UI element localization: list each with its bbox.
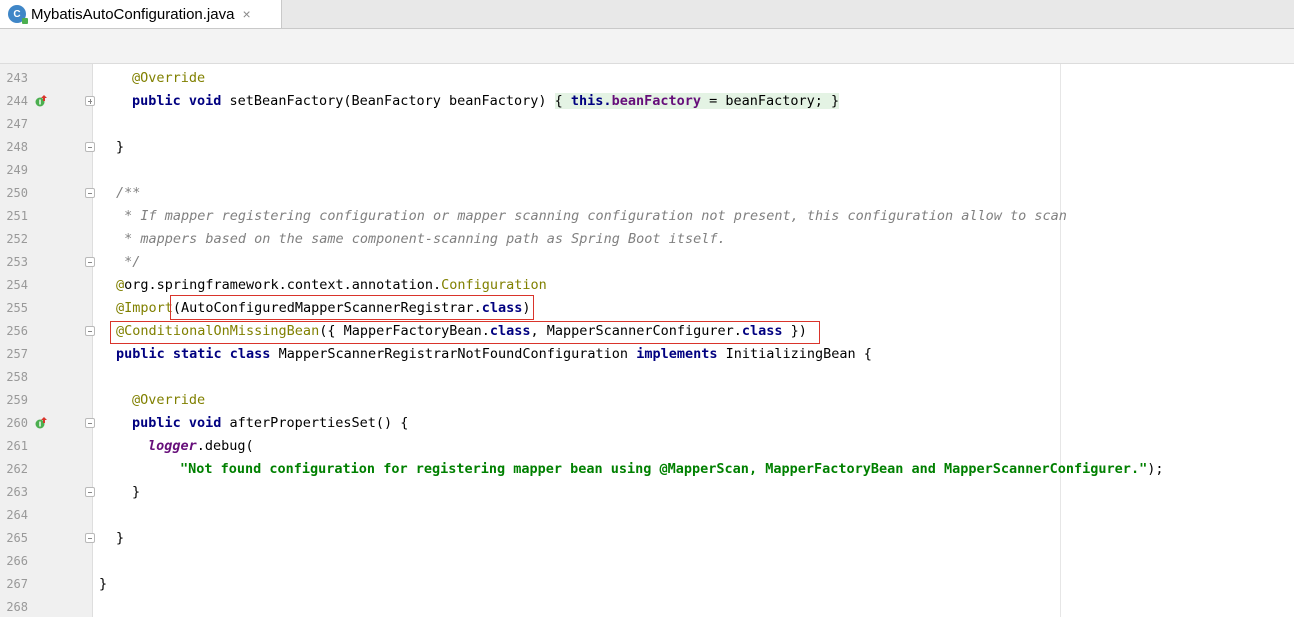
code-text: * mappers based on the same component-sc…	[116, 231, 726, 247]
code-line: 268	[0, 596, 1294, 619]
line-number: 262	[6, 462, 28, 476]
code-line: 249	[0, 159, 1294, 182]
line-number: 243	[6, 71, 28, 85]
fold-collapse-icon[interactable]	[85, 487, 95, 497]
line-number: 249	[6, 163, 28, 177]
code-text: @Override	[132, 70, 206, 86]
code-text: /**	[116, 185, 141, 201]
code-line: 243 @Override	[0, 67, 1294, 90]
navigation-bar	[0, 29, 1294, 64]
line-number: 253	[6, 255, 28, 269]
line-number: 257	[6, 347, 28, 361]
code-editor[interactable]: 243 @Override 244 public void setBeanFac…	[0, 64, 1294, 617]
code-line: 257 public static class MapperScannerReg…	[0, 343, 1294, 366]
fold-collapse-icon[interactable]	[85, 326, 95, 336]
line-number: 256	[6, 324, 28, 338]
code-text: public static class MapperScannerRegistr…	[116, 346, 872, 362]
code-text: public void afterPropertiesSet() {	[132, 415, 409, 431]
code-text: }	[132, 484, 141, 500]
fold-collapse-icon[interactable]	[85, 533, 95, 543]
java-class-icon: C	[8, 5, 28, 24]
line-number: 266	[6, 554, 28, 568]
line-number: 255	[6, 301, 28, 315]
fold-collapse-icon[interactable]	[85, 142, 95, 152]
code-text: }	[116, 530, 125, 546]
code-text: }	[116, 139, 125, 155]
line-number: 259	[6, 393, 28, 407]
code-line: 252 * mappers based on the same componen…	[0, 228, 1294, 251]
implements-method-icon[interactable]	[35, 95, 47, 107]
tab-mybatis-auto-configuration[interactable]: C MybatisAutoConfiguration.java ×	[0, 0, 282, 28]
code-text: * If mapper registering configuration or…	[116, 208, 1067, 224]
code-text: public void setBeanFactory(BeanFactory b…	[132, 93, 840, 109]
code-text: */	[116, 254, 141, 270]
line-number: 248	[6, 140, 28, 154]
code-line: 265 }	[0, 527, 1294, 550]
line-number: 268	[6, 600, 28, 614]
line-number: 264	[6, 508, 28, 522]
line-number: 252	[6, 232, 28, 246]
line-number: 258	[6, 370, 28, 384]
line-number: 267	[6, 577, 28, 591]
highlight-box-import-class	[170, 295, 534, 320]
code-line: 248 }	[0, 136, 1294, 159]
fold-collapse-icon[interactable]	[85, 257, 95, 267]
code-line: 253 */	[0, 251, 1294, 274]
code-text: @org.springframework.context.annotation.…	[116, 277, 547, 293]
fold-collapse-icon[interactable]	[85, 188, 95, 198]
code-line: 264	[0, 504, 1294, 527]
code-text: }	[99, 576, 108, 592]
code-line: 261 logger.debug(	[0, 435, 1294, 458]
code-line: 250 /**	[0, 182, 1294, 205]
code-line: 260 public void afterPropertiesSet() {	[0, 412, 1294, 435]
code-line: 259 @Override	[0, 389, 1294, 412]
code-line: 247	[0, 113, 1294, 136]
fold-collapse-icon[interactable]	[85, 418, 95, 428]
line-number: 263	[6, 485, 28, 499]
implements-method-icon[interactable]	[35, 417, 47, 429]
editor-tab-bar: C MybatisAutoConfiguration.java ×	[0, 0, 1294, 29]
line-number: 254	[6, 278, 28, 292]
code-text: "Not found configuration for registering…	[180, 461, 1164, 477]
code-line: 258	[0, 366, 1294, 389]
code-line: 251 * If mapper registering configuratio…	[0, 205, 1294, 228]
line-number: 250	[6, 186, 28, 200]
close-icon[interactable]: ×	[242, 6, 250, 22]
line-number: 247	[6, 117, 28, 131]
fold-expand-icon[interactable]	[85, 96, 95, 106]
code-text: logger.debug(	[148, 438, 254, 454]
code-text: @Override	[132, 392, 206, 408]
line-number: 244	[6, 94, 28, 108]
code-line: 262 "Not found configuration for registe…	[0, 458, 1294, 481]
code-line: 266	[0, 550, 1294, 573]
code-line: 254 @org.springframework.context.annotat…	[0, 274, 1294, 297]
code-line: 267 }	[0, 573, 1294, 596]
line-number: 260	[6, 416, 28, 430]
line-number: 265	[6, 531, 28, 545]
line-number: 261	[6, 439, 28, 453]
line-number: 251	[6, 209, 28, 223]
code-line: 263 }	[0, 481, 1294, 504]
highlight-box-conditional-on-missing-bean	[110, 321, 820, 344]
code-line: 244 public void setBeanFactory(BeanFacto…	[0, 90, 1294, 113]
tab-title: MybatisAutoConfiguration.java	[31, 5, 235, 23]
